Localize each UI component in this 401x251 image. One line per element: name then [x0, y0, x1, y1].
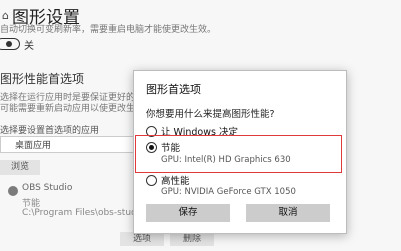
section-title: 图形性能首选项	[0, 72, 85, 86]
radio-power-saving[interactable]	[146, 142, 157, 153]
choose-app-label: 选择要设置首选项的应用	[0, 126, 100, 136]
radio-high-performance[interactable]	[146, 175, 157, 186]
graphics-preference-dialog: 图形首选项 你想要用什么来提高图形性能? 让 Windows 决定 节能 GPU…	[133, 70, 347, 234]
remove-button[interactable]: 删除	[170, 232, 214, 246]
vrr-toggle[interactable]	[0, 38, 20, 50]
save-button[interactable]: 保存	[146, 204, 230, 222]
option-label-high-performance[interactable]: 高性能	[161, 173, 190, 187]
app-name: OBS Studio	[22, 183, 73, 193]
home-icon[interactable]: ⌂	[2, 9, 9, 22]
browse-button[interactable]: 浏览	[0, 160, 40, 175]
dialog-question: 你想要用什么来提高图形性能?	[146, 109, 275, 120]
app-type-select-value: 桌面应用	[15, 141, 52, 151]
cancel-button[interactable]: 取消	[246, 204, 330, 222]
options-button[interactable]: 选项	[120, 232, 164, 246]
obs-app-icon	[8, 186, 18, 196]
gpu-high-performance: GPU: NVIDIA GeForce GTX 1050	[161, 187, 296, 197]
dialog-title: 图形首选项	[146, 83, 201, 96]
option-label-power-saving[interactable]: 节能	[161, 140, 180, 154]
page-description-line1: 自动切换可变刷新率，需要重启电脑才能使更改生效。	[0, 25, 217, 35]
app-type-select[interactable]: 桌面应用	[0, 136, 137, 153]
gpu-power-saving: GPU: Intel(R) HD Graphics 630	[161, 155, 291, 165]
pref-description-line2: 可能需要重新启动应用以使更改生效。	[0, 104, 154, 114]
toggle-label: 关	[24, 41, 34, 52]
